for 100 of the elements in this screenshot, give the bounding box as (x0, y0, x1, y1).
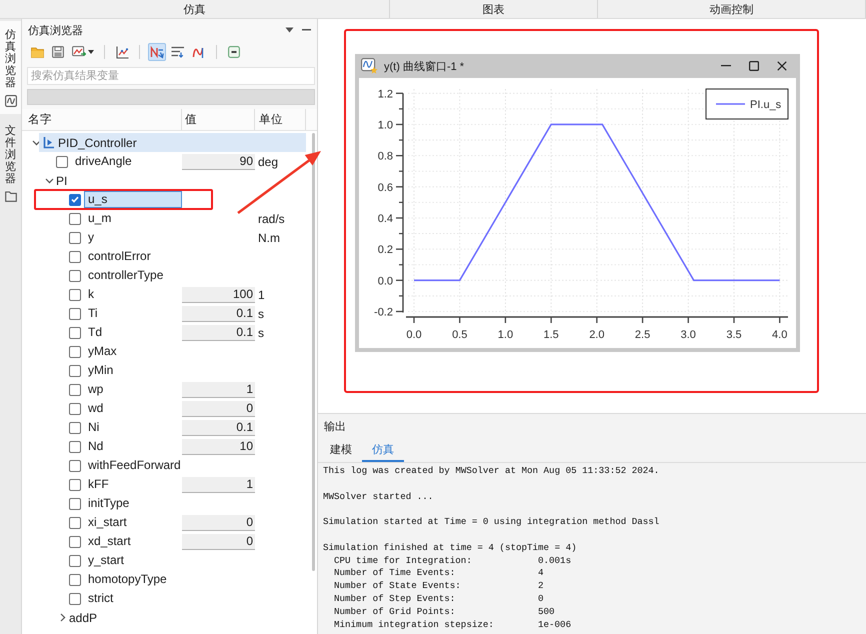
variable-name[interactable]: strict (84, 590, 118, 607)
tab[interactable]: 仿真 (362, 438, 404, 462)
checkbox[interactable] (69, 402, 81, 414)
node-name: addP (69, 610, 98, 624)
checkbox[interactable] (69, 478, 81, 490)
value-field[interactable]: 0 (182, 400, 255, 416)
checkbox[interactable] (69, 212, 81, 224)
value-field[interactable]: 1 (182, 382, 255, 398)
tree-row[interactable]: addP (65, 608, 306, 627)
check-icon (71, 196, 79, 203)
legend-line-icon (716, 103, 745, 105)
checkbox[interactable] (69, 270, 81, 282)
variable-name[interactable]: driveAngle (71, 153, 136, 170)
node-name: PID_Controller (58, 136, 137, 150)
checkbox[interactable] (69, 574, 81, 586)
variable-name[interactable]: y_start (84, 552, 128, 569)
y-tick-label: 0.8 (378, 150, 393, 163)
checkbox[interactable] (69, 554, 81, 566)
checkbox[interactable] (56, 156, 68, 168)
value-field[interactable]: 0 (182, 514, 255, 530)
variable-name[interactable]: yMin (84, 362, 118, 379)
checkbox[interactable] (69, 288, 81, 300)
variable-name[interactable]: Nd (84, 438, 108, 455)
legend-label: PI.u_s (750, 99, 782, 111)
checkbox[interactable] (69, 250, 81, 262)
chevron-down-icon[interactable] (32, 140, 41, 146)
log-stat-value: 0.001s (538, 554, 572, 568)
chart-icon (116, 46, 128, 58)
minimize-icon[interactable] (302, 29, 311, 31)
y-tick-label: 1.0 (378, 119, 393, 132)
checkbox[interactable] (69, 194, 81, 206)
variable-name[interactable]: initType (84, 495, 134, 512)
search-field[interactable]: 搜索仿真结果变量 (27, 67, 315, 85)
side-tab[interactable]: 文件浏览器 (0, 117, 21, 210)
log-stat-label: Minimum integration stepsize: (334, 618, 495, 632)
value-field[interactable]: 100 (182, 286, 255, 302)
checkbox[interactable] (69, 422, 81, 434)
checkbox[interactable] (69, 516, 81, 528)
variable-name[interactable]: wp (84, 381, 108, 398)
toggle-button[interactable] (148, 43, 166, 61)
toolbar-button[interactable] (49, 43, 67, 61)
chevron-right-icon[interactable] (60, 613, 66, 622)
variable-name[interactable]: xi_start (84, 514, 131, 531)
log-line: Simulation started at Time = 0 using integration method Dassl (323, 516, 660, 528)
checkbox[interactable] (69, 498, 81, 510)
variable-name[interactable]: xd_start (84, 533, 135, 550)
variable-name[interactable]: Ti (84, 305, 102, 322)
chart-icon (4, 95, 16, 108)
checkbox[interactable] (69, 308, 81, 320)
variable-name[interactable]: yMax (84, 343, 121, 360)
checkbox[interactable] (69, 536, 81, 548)
variable-name[interactable]: controlError (84, 248, 155, 265)
lines-icon (171, 46, 185, 58)
variable-name[interactable]: u_m (84, 210, 116, 227)
value-field[interactable]: 0.1 (182, 420, 255, 436)
value-field[interactable]: 0.1 (182, 306, 255, 322)
variable-name[interactable]: Td (84, 324, 106, 341)
chevron-down-icon[interactable] (45, 178, 54, 184)
caret-icon (88, 50, 94, 54)
variable-name[interactable]: u_s (84, 191, 182, 208)
x-tick-label: 0.0 (406, 329, 422, 341)
y-tick-label: 0.0 (378, 275, 393, 288)
variable-name[interactable]: controllerType (84, 267, 168, 284)
variable-name[interactable]: kFF (84, 476, 113, 493)
toolbar-button[interactable] (225, 43, 243, 61)
variable-name[interactable]: Ni (84, 419, 104, 436)
column-header[interactable]: 值 (182, 109, 255, 130)
value-field[interactable]: 0.1 (182, 324, 255, 340)
variable-name[interactable]: wd (84, 400, 108, 417)
checkbox[interactable] (69, 232, 81, 244)
log-line: This log was created by MWSolver at Mon Aug 05 11:33:52 2024. (323, 465, 660, 476)
value-field[interactable]: 10 (182, 438, 255, 454)
y-tick-label: 0.4 (378, 212, 393, 225)
minimize-icon (721, 65, 731, 67)
y-tick-label: 1.2 (378, 88, 393, 100)
variable-name[interactable]: k (84, 286, 98, 303)
checkbox[interactable] (69, 592, 81, 604)
checkbox[interactable] (69, 384, 81, 396)
tab[interactable]: 建模 (320, 438, 362, 462)
log-stat-label: Number of Grid Points: (334, 606, 456, 619)
side-tab[interactable]: 仿真浏览器 (0, 21, 21, 114)
checkbox[interactable] (69, 460, 81, 472)
checkbox[interactable] (69, 326, 81, 338)
checkbox[interactable] (69, 346, 81, 358)
value-field[interactable]: 90 (182, 154, 255, 170)
checkbox[interactable] (69, 364, 81, 376)
column-header[interactable]: 单位 (255, 109, 306, 130)
variable-name[interactable]: homotopyType (84, 571, 171, 588)
value-field[interactable]: 1 (182, 476, 255, 492)
scrollbar-thumb[interactable] (312, 133, 315, 571)
column-header[interactable]: 名字 (22, 109, 182, 130)
tree-row[interactable]: PID_Controller (39, 133, 306, 152)
variable-name[interactable]: withFeedForward (84, 457, 185, 474)
caret-icon[interactable] (285, 27, 294, 33)
checkbox[interactable] (69, 440, 81, 452)
image-icon (72, 46, 86, 58)
variable-name[interactable]: y (84, 229, 98, 246)
close-icon (777, 61, 787, 71)
tree-row[interactable]: PI (52, 171, 306, 190)
value-field[interactable]: 0 (182, 534, 255, 550)
